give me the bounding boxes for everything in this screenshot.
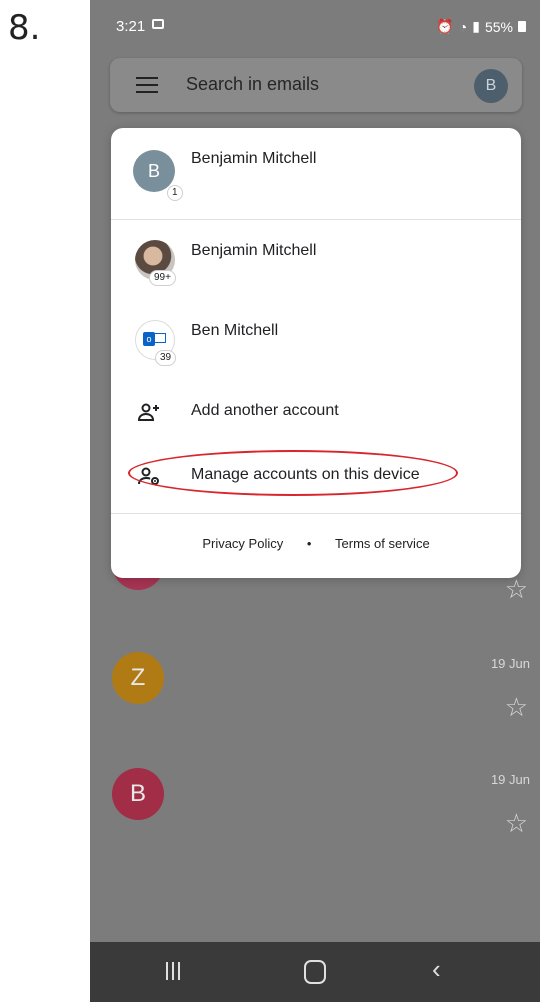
account-badge: 39	[155, 350, 177, 366]
alarm-icon: ⏰	[436, 18, 454, 34]
battery-text: 55%	[484, 18, 513, 35]
signal-icon: ▮	[472, 18, 480, 34]
privacy-policy-link[interactable]: Privacy Policy	[202, 536, 283, 551]
primary-account-avatar: B	[133, 150, 175, 192]
add-person-icon	[137, 403, 159, 421]
primary-account-name: Benjamin Mitchell	[191, 150, 317, 167]
account-avatar-button[interactable]: B	[474, 69, 508, 103]
account-name: Ben Mitchell	[191, 322, 279, 339]
status-time: 3:21	[116, 18, 146, 35]
back-icon[interactable]: ‹	[432, 956, 441, 982]
home-icon[interactable]	[304, 960, 326, 984]
bg-list-date: 19 Jun	[490, 772, 530, 787]
phone-screen: 3:21 ⏰ ◔ ▮ 55% Search in emails B ☆ Z 19…	[90, 0, 540, 1002]
account-row[interactable]: o 39 Ben Mitchell	[111, 300, 521, 380]
bg-list-avatar: Z	[112, 652, 164, 704]
star-icon[interactable]: ☆	[505, 810, 528, 836]
battery-icon	[518, 21, 526, 32]
search-bar[interactable]: Search in emails B	[110, 58, 522, 112]
status-right: ⏰ ◔ ▮ 55%	[436, 18, 526, 35]
account-badge: 99+	[149, 270, 176, 286]
bg-list-avatar: B	[112, 768, 164, 820]
image-notification-icon	[152, 19, 164, 29]
footer-separator: •	[306, 536, 312, 551]
primary-account-row[interactable]: B 1 Benjamin Mitchell	[111, 128, 521, 220]
divider	[111, 513, 521, 514]
bg-list-date: 19 Jun	[490, 656, 530, 671]
wifi-icon: ◔	[458, 18, 468, 35]
add-account-row[interactable]: Add another account	[111, 386, 521, 438]
search-placeholder: Search in emails	[186, 74, 320, 94]
primary-account-badge: 1	[167, 185, 183, 201]
status-bar: 3:21 ⏰ ◔ ▮ 55%	[90, 0, 540, 52]
highlight-ellipse	[128, 450, 458, 496]
account-switcher-card: B 1 Benjamin Mitchell 99+ Benjamin Mitch…	[111, 128, 521, 578]
star-icon[interactable]: ☆	[505, 694, 528, 720]
add-account-label: Add another account	[191, 402, 339, 419]
card-footer: Privacy Policy • Terms of service	[111, 536, 521, 551]
star-icon[interactable]: ☆	[505, 576, 528, 602]
terms-of-service-link[interactable]: Terms of service	[335, 536, 430, 551]
recent-apps-icon[interactable]	[166, 962, 182, 980]
step-number: 8.	[8, 8, 41, 48]
menu-icon[interactable]	[136, 77, 158, 93]
android-nav-bar: ‹	[90, 942, 540, 1002]
account-row[interactable]: 99+ Benjamin Mitchell	[111, 220, 521, 300]
account-name: Benjamin Mitchell	[191, 242, 317, 259]
